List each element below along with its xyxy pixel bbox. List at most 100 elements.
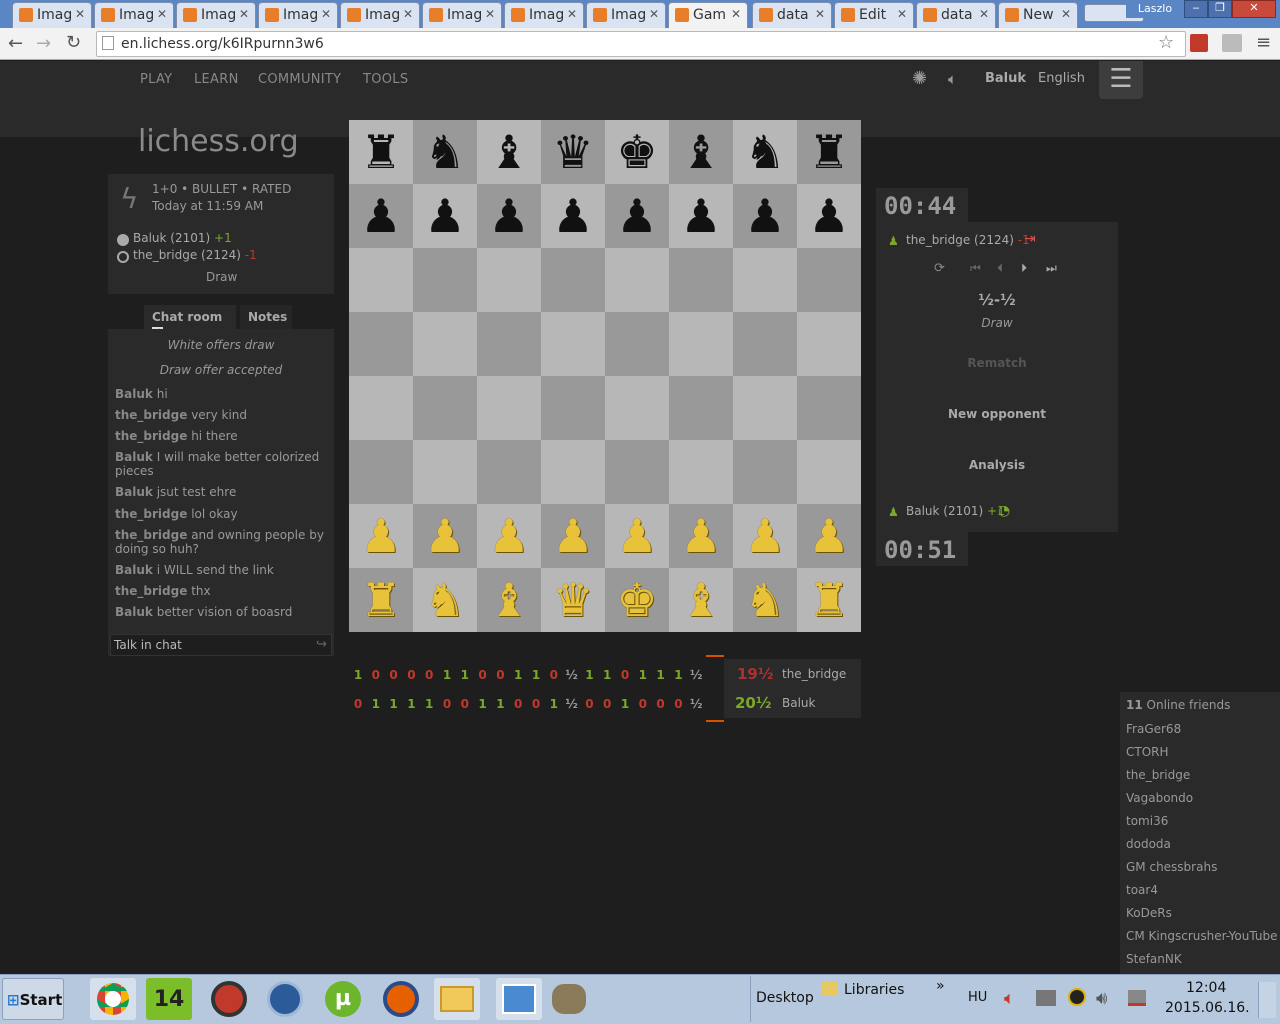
board-square[interactable]: ♟ [669, 184, 733, 248]
board-square[interactable] [541, 376, 605, 440]
white-player-link[interactable]: Baluk (2101) +1 [133, 231, 232, 245]
chat-user[interactable]: Baluk [115, 387, 153, 401]
crosstable-result[interactable]: 0 [509, 697, 527, 711]
back-arrow-icon[interactable]: ← [8, 33, 23, 54]
black-piece[interactable]: ♟ [360, 184, 401, 248]
white-piece[interactable]: ♛ [552, 568, 593, 632]
board-square[interactable]: ♟ [733, 184, 797, 248]
crosstable-result[interactable]: 0 [669, 697, 687, 711]
nav-tools[interactable]: TOOLS [363, 72, 408, 87]
board-square[interactable]: ♛ [541, 568, 605, 632]
board-square[interactable] [349, 312, 413, 376]
crosstable-result[interactable]: 1 [634, 668, 652, 682]
sound-icon[interactable]: 🔈︎ [948, 70, 957, 88]
board-square[interactable] [669, 376, 733, 440]
board-square[interactable] [413, 440, 477, 504]
restore-button[interactable]: ❐ [1208, 0, 1232, 18]
browser-tab[interactable]: data ✕ [752, 2, 832, 28]
white-piece[interactable]: ♝ [680, 568, 721, 632]
board-square[interactable] [733, 312, 797, 376]
board-square[interactable] [797, 312, 861, 376]
white-piece[interactable]: ♟ [552, 504, 593, 568]
reload-icon[interactable]: ↻ [66, 32, 81, 53]
close-tab-icon[interactable]: ✕ [485, 7, 495, 21]
board-square[interactable]: ♞ [733, 568, 797, 632]
chat-user[interactable]: the_bridge [115, 584, 187, 598]
board-square[interactable]: ♟ [541, 184, 605, 248]
firefox-taskbar-icon[interactable] [378, 978, 424, 1020]
chat-user[interactable]: Baluk [115, 485, 153, 499]
site-logo[interactable]: lichess.org [138, 124, 299, 159]
crosstable-result[interactable]: 0 [580, 697, 598, 711]
browser-tab[interactable]: Imag ✕ [586, 2, 666, 28]
friend-item[interactable]: dododa [1126, 837, 1171, 851]
first-move-icon[interactable]: ⏮ [970, 261, 981, 276]
board-square[interactable]: ♛ [541, 120, 605, 184]
crosstable-result[interactable]: 0 [652, 697, 670, 711]
crosstable-result[interactable]: 1 [545, 697, 563, 711]
black-piece[interactable]: ♟ [552, 184, 593, 248]
board-square[interactable] [733, 376, 797, 440]
black-piece[interactable]: ♜ [360, 120, 401, 184]
crosstable-result[interactable]: 1 [652, 668, 670, 682]
browser-tab[interactable]: Gam ✕ [668, 2, 748, 28]
bottom-player-link[interactable]: Baluk (2101) +1 [906, 504, 1005, 518]
friend-item[interactable]: CTORH [1126, 745, 1169, 759]
crosstable-result[interactable]: 1 [456, 668, 474, 682]
white-piece[interactable]: ♞ [424, 568, 465, 632]
board-square[interactable]: ♜ [797, 120, 861, 184]
white-piece[interactable]: ♞ [744, 568, 785, 632]
board-square[interactable] [605, 248, 669, 312]
friend-item[interactable]: FraGer68 [1126, 722, 1181, 736]
chrome-taskbar-icon[interactable] [90, 978, 136, 1020]
flip-board-icon[interactable]: ⟳ [934, 261, 945, 276]
close-tab-icon[interactable]: ✕ [403, 7, 413, 21]
board-square[interactable]: ♟ [349, 504, 413, 568]
url-input[interactable]: en.lichess.org/k6IRpurnn3w6 [96, 31, 1186, 57]
board-square[interactable]: ♟ [349, 184, 413, 248]
crosstable-result[interactable]: 1 [616, 697, 634, 711]
black-player-link[interactable]: the_bridge (2124) -1 [133, 248, 257, 262]
crosstable-result[interactable]: 1 [580, 668, 598, 682]
crosstable-result[interactable]: 0 [385, 668, 403, 682]
board-square[interactable]: ♞ [733, 120, 797, 184]
board-square[interactable]: ♟ [669, 504, 733, 568]
crosstable-result[interactable]: ½ [687, 668, 705, 682]
explorer-taskbar-icon[interactable] [434, 978, 480, 1020]
crosstable-result[interactable]: 1 [474, 697, 492, 711]
last-move-icon[interactable]: ⏭ [1046, 261, 1057, 276]
nav-play[interactable]: PLAY [140, 72, 172, 87]
palette-icon[interactable]: ✺ [912, 68, 927, 89]
libraries-toolbar[interactable]: Libraries [844, 982, 904, 998]
close-tab-icon[interactable]: ✕ [75, 7, 85, 21]
board-square[interactable] [605, 376, 669, 440]
browser-tab[interactable]: Imag ✕ [422, 2, 502, 28]
browser-tab[interactable]: Imag ✕ [340, 2, 420, 28]
start-button[interactable]: ⊞Start [2, 978, 64, 1020]
paint-taskbar-icon[interactable] [496, 978, 542, 1020]
close-tab-icon[interactable]: ✕ [649, 7, 659, 21]
crosstable-result[interactable]: 0 [527, 697, 545, 711]
utorrent-taskbar-icon[interactable]: µ [320, 978, 366, 1020]
board-square[interactable]: ♚ [605, 120, 669, 184]
close-tab-icon[interactable]: ✕ [239, 7, 249, 21]
close-tab-icon[interactable]: ✕ [815, 7, 825, 21]
analysis-button[interactable]: Analysis [876, 458, 1118, 472]
crosstable-result[interactable]: 0 [598, 697, 616, 711]
black-piece[interactable]: ♟ [616, 184, 657, 248]
board-square[interactable]: ♟ [797, 184, 861, 248]
board-square[interactable] [669, 248, 733, 312]
white-piece[interactable]: ♝ [488, 568, 529, 632]
black-piece[interactable]: ♞ [744, 120, 785, 184]
nav-community[interactable]: COMMUNITY [258, 72, 341, 87]
crosstable-result[interactable]: 0 [616, 668, 634, 682]
board-square[interactable] [733, 248, 797, 312]
network-tray-icon[interactable] [1036, 990, 1056, 1006]
board-square[interactable] [413, 248, 477, 312]
p1-name[interactable]: the_bridge [782, 667, 846, 681]
black-piece[interactable]: ♚ [616, 120, 657, 184]
rematch-button[interactable]: Rematch [876, 356, 1118, 370]
close-tab-icon[interactable]: ✕ [731, 7, 741, 21]
board-square[interactable]: ♞ [413, 568, 477, 632]
chat-user[interactable]: Baluk [115, 450, 153, 464]
